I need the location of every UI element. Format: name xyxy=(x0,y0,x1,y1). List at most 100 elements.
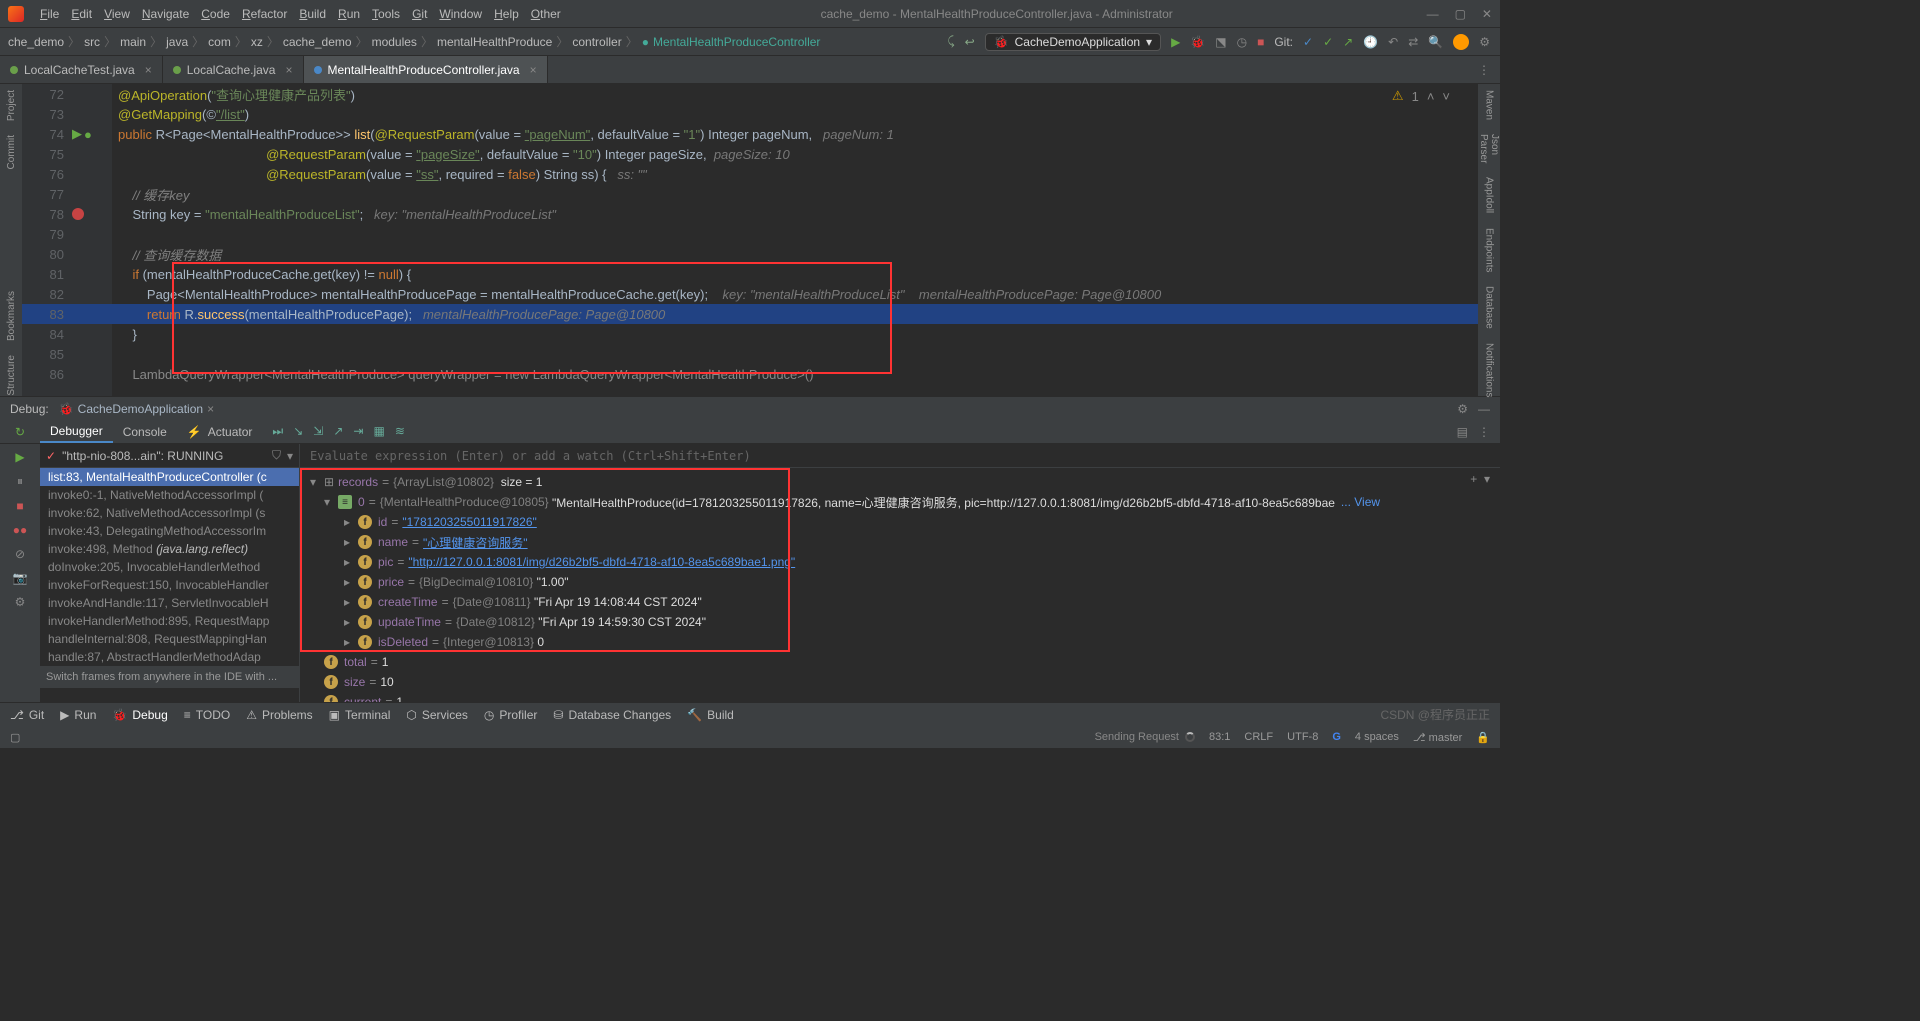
line-separator[interactable]: CRLF xyxy=(1244,731,1273,743)
stop-button[interactable]: ■ xyxy=(1257,35,1264,49)
maven-tool[interactable]: Maven xyxy=(1484,90,1495,120)
close-tab-icon[interactable]: × xyxy=(530,63,537,77)
menu-git[interactable]: Git xyxy=(406,7,433,21)
git-rollback-icon[interactable]: ↶ xyxy=(1388,35,1398,49)
code-line[interactable]: 76 @RequestParam(value = "ss", required … xyxy=(22,164,1478,184)
code-line[interactable]: 80 // 查询缓存数据 xyxy=(22,244,1478,264)
close-window-button[interactable]: ✕ xyxy=(1482,7,1492,21)
var-isdeleted[interactable]: ▸fisDeleted={Integer@10813} 0 xyxy=(300,632,1500,652)
variables-tree[interactable]: ▾⊞records={ArrayList@10802} size = 1 ▾≡0… xyxy=(300,468,1500,702)
avatar-icon[interactable] xyxy=(1453,34,1469,50)
resume-icon[interactable]: ▶ xyxy=(15,450,24,464)
crumb-src[interactable]: src xyxy=(80,35,104,49)
indent-indicator[interactable]: 4 spaces xyxy=(1355,731,1399,743)
filter-icon[interactable]: ⛉ xyxy=(272,448,281,463)
toolwindows-toggle-icon[interactable]: ▢ xyxy=(10,731,20,744)
gutter-marks[interactable]: ▶● xyxy=(72,126,112,142)
var-item-0[interactable]: ▾≡0={MentalHealthProduce@10805} "MentalH… xyxy=(300,492,1500,512)
background-task[interactable]: Sending Request xyxy=(1095,731,1195,743)
run-toolwindow[interactable]: ▶Run xyxy=(60,708,96,722)
build-icon[interactable]: ⤹ xyxy=(947,34,954,49)
debug-toolwindow[interactable]: 🐞Debug xyxy=(112,708,167,722)
step-out-icon[interactable]: ↗ xyxy=(333,424,343,439)
editor-tab[interactable]: LocalCache.java× xyxy=(163,56,304,83)
crumb-modules[interactable]: modules xyxy=(368,35,421,49)
var-id[interactable]: ▸fid="1781203255011917826" xyxy=(300,512,1500,532)
menu-file[interactable]: File xyxy=(34,7,65,21)
debug-hide-icon[interactable]: — xyxy=(1478,402,1490,416)
tabs-more-icon[interactable]: ⋮ xyxy=(1468,56,1500,83)
git-history-icon[interactable]: 🕘 xyxy=(1363,35,1378,49)
search-everywhere-icon[interactable]: 🔍 xyxy=(1428,35,1443,49)
var-total[interactable]: ftotal=1 xyxy=(300,652,1500,672)
evaluate-icon[interactable]: ▦ xyxy=(373,424,384,439)
actuator-tab[interactable]: ⚡ Actuator xyxy=(177,425,263,439)
problems-toolwindow[interactable]: ⚠Problems xyxy=(246,708,312,722)
var-updatetime[interactable]: ▸fupdateTime={Date@10812} "Fri Apr 19 14… xyxy=(300,612,1500,632)
stack-frame[interactable]: handle:87, AbstractHandlerMethodAdap xyxy=(40,648,299,666)
close-tab-icon[interactable]: × xyxy=(285,63,292,77)
endpoints-tool[interactable]: Endpoints xyxy=(1484,228,1495,272)
code-line[interactable]: 73@GetMapping(©"/list") xyxy=(22,104,1478,124)
add-watch-icon[interactable]: + xyxy=(1470,472,1477,486)
step-into-icon[interactable]: ↘ xyxy=(293,424,303,439)
menu-help[interactable]: Help xyxy=(488,7,525,21)
stack-frame[interactable]: invokeForRequest:150, InvocableHandler xyxy=(40,576,299,594)
step-into-force-icon[interactable]: ⇲ xyxy=(313,424,323,439)
menu-navigate[interactable]: Navigate xyxy=(136,7,195,21)
menu-build[interactable]: Build xyxy=(293,7,332,21)
code-line[interactable]: 78 String key = "mentalHealthProduceList… xyxy=(22,204,1478,224)
run-config-selector[interactable]: 🐞 CacheDemoApplication ▾ xyxy=(985,33,1161,51)
code-editor[interactable]: 72@ApiOperation("查询心理健康产品列表")73@GetMappi… xyxy=(22,84,1478,396)
crumb-com[interactable]: com xyxy=(204,35,235,49)
settings-debug-icon[interactable]: ⚙ xyxy=(15,595,26,609)
coverage-button[interactable]: ⬔ xyxy=(1215,35,1226,49)
chevron-down-icon[interactable]: ▾ xyxy=(287,449,293,463)
var-pic[interactable]: ▸fpic="http://127.0.0.1:8081/img/d26b2bf… xyxy=(300,552,1500,572)
project-tool[interactable]: Project xyxy=(6,90,17,121)
todo-toolwindow[interactable]: ≡TODO xyxy=(184,708,230,722)
menu-edit[interactable]: Edit xyxy=(65,7,98,21)
menu-run[interactable]: Run xyxy=(332,7,366,21)
var-records[interactable]: ▾⊞records={ArrayList@10802} size = 1 xyxy=(300,472,1500,492)
crumb-cache_demo[interactable]: cache_demo xyxy=(279,35,356,49)
rerun-icon[interactable]: ↩ xyxy=(965,35,975,49)
stack-frame[interactable]: invoke:62, NativeMethodAccessorImpl (s xyxy=(40,504,299,522)
close-icon[interactable]: × xyxy=(207,402,214,416)
commit-tool[interactable]: Commit xyxy=(6,135,17,169)
code-line[interactable]: 82 Page<MentalHealthProduce> mentalHealt… xyxy=(22,284,1478,304)
editor-inspections[interactable]: ⚠ 1 ˄ ˅ xyxy=(1392,88,1450,104)
code-line[interactable]: 74▶●public R<Page<MentalHealthProduce>> … xyxy=(22,124,1478,144)
code-line[interactable]: 83 return R.success(mentalHealthProduceP… xyxy=(22,304,1478,324)
stack-frame[interactable]: list:83, MentalHealthProduceController (… xyxy=(40,468,299,486)
gutter-marks[interactable] xyxy=(72,208,112,220)
menu-view[interactable]: View xyxy=(98,7,136,21)
stack-frame[interactable]: handleInternal:808, RequestMappingHan xyxy=(40,630,299,648)
crumb-java[interactable]: java xyxy=(162,35,192,49)
git-toolwindow[interactable]: ⎇Git xyxy=(10,708,44,722)
code-line[interactable]: 81 if (mentalHealthProduceCache.get(key)… xyxy=(22,264,1478,284)
stack-frame[interactable]: invoke:498, Method (java.lang.reflect) xyxy=(40,540,299,558)
dbchanges-toolwindow[interactable]: ⛁Database Changes xyxy=(553,708,671,722)
close-tab-icon[interactable]: × xyxy=(145,63,152,77)
profile-button[interactable]: ◷ xyxy=(1237,35,1247,49)
stack-frame[interactable]: invokeHandlerMethod:895, RequestMapp xyxy=(40,612,299,630)
more-icon[interactable]: ⋮ xyxy=(1478,425,1490,439)
menu-code[interactable]: Code xyxy=(195,7,236,21)
jsonparser-tool[interactable]: Json Parser xyxy=(1478,134,1500,163)
stop-debug-icon[interactable]: ■ xyxy=(16,499,23,513)
lock-icon[interactable]: 🔒 xyxy=(1476,731,1490,744)
stack-frame[interactable]: doInvoke:205, InvocableHandlerMethod xyxy=(40,558,299,576)
maximize-button[interactable]: ▢ xyxy=(1455,7,1466,21)
code-line[interactable]: 79 xyxy=(22,224,1478,244)
bookmarks-tool[interactable]: Bookmarks xyxy=(6,291,17,341)
thread-selector[interactable]: ✓ "http-nio-808...ain": RUNNING ⛉ ▾ xyxy=(40,444,299,468)
menu-tools[interactable]: Tools xyxy=(366,7,406,21)
evaluate-hint[interactable]: Evaluate expression (Enter) or add a wat… xyxy=(300,444,1500,468)
run-to-cursor-icon[interactable]: ⇥ xyxy=(353,424,363,439)
crumb-controller[interactable]: controller xyxy=(568,35,625,49)
services-toolwindow[interactable]: ⬡Services xyxy=(406,708,468,722)
pause-icon[interactable]: ⏸ xyxy=(17,474,23,489)
editor-tab[interactable]: LocalCacheTest.java× xyxy=(0,56,163,83)
minimize-button[interactable]: — xyxy=(1427,7,1439,21)
